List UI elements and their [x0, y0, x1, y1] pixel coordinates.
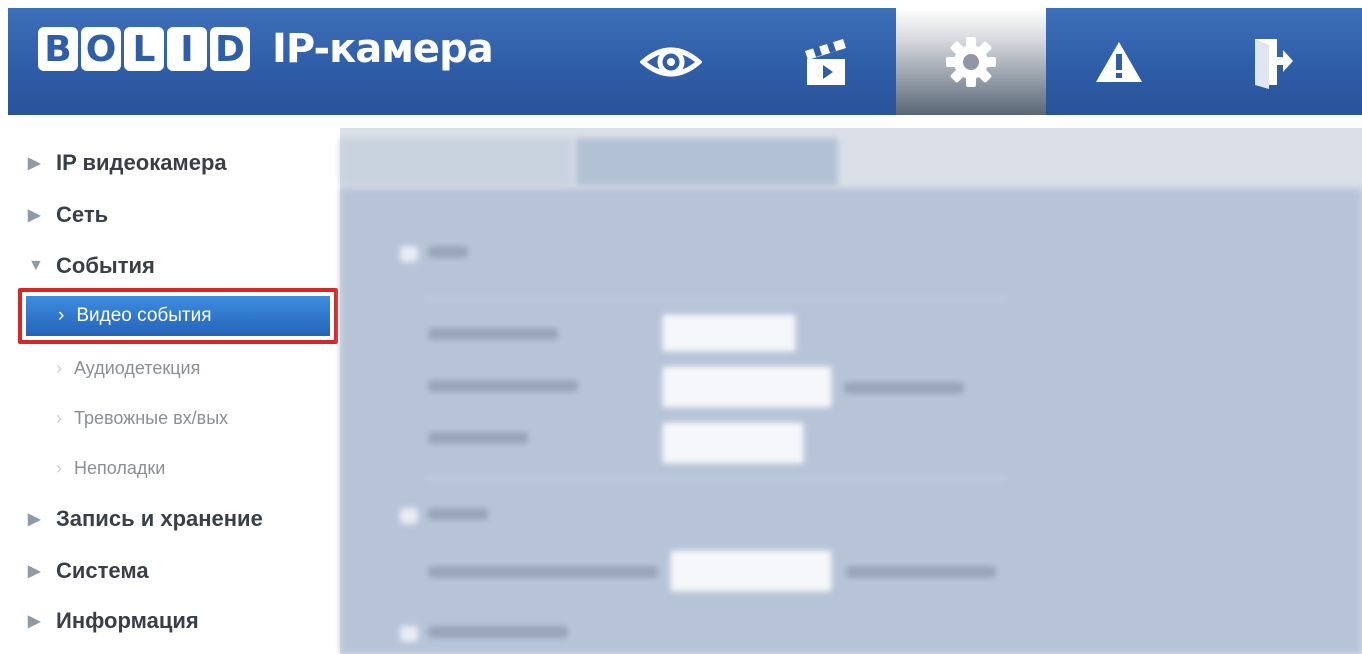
brand: B O L I D IP-камера	[38, 26, 494, 72]
blurred-hint	[844, 382, 964, 394]
expand-arrow-icon: ▶	[28, 207, 41, 224]
active-item-highlight: › Видео события	[18, 288, 338, 344]
checkbox[interactable]	[400, 246, 418, 262]
blurred-label	[428, 508, 488, 520]
app-title: IP-камера	[272, 26, 494, 72]
blurred-label	[428, 246, 468, 258]
sidebar-item-label: События	[56, 253, 155, 278]
sidebar-item-ip-camera[interactable]: ▶ IP видеокамера	[28, 150, 227, 176]
blurred-input[interactable]	[662, 366, 832, 408]
blurred-label	[428, 626, 568, 638]
sidebar-item-label: IP видеокамера	[56, 150, 227, 175]
chevron-right-icon: ›	[56, 458, 62, 478]
tab-bar	[340, 138, 842, 190]
tab-blurred-selected[interactable]	[576, 138, 838, 186]
blurred-input[interactable]	[670, 550, 832, 592]
sidebar: ▶ IP видеокамера ▶ Сеть ▼ События › Виде…	[0, 128, 340, 654]
sidebar-item-label: Информация	[56, 608, 199, 633]
expand-arrow-icon: ▶	[28, 155, 41, 172]
collapse-arrow-icon: ▼	[28, 257, 44, 274]
blurred-label	[428, 380, 578, 392]
expand-arrow-icon: ▶	[28, 613, 41, 630]
sidebar-item-label: Сеть	[56, 202, 109, 227]
divider	[426, 478, 1006, 479]
blurred-button[interactable]	[662, 314, 796, 352]
live-view-button[interactable]	[596, 8, 746, 115]
expand-arrow-icon: ▶	[28, 563, 41, 580]
blurred-label	[428, 432, 528, 444]
logo-letter: O	[81, 27, 121, 71]
sidebar-subitem-label: Тревожные вх/вых	[74, 408, 229, 428]
sidebar-item-recording-storage[interactable]: ▶ Запись и хранение	[28, 506, 263, 532]
logo-letter: L	[124, 27, 164, 71]
sidebar-subitem-video-events[interactable]: › Видео события	[26, 296, 330, 336]
expand-arrow-icon: ▶	[28, 511, 41, 528]
warning-icon	[1096, 41, 1142, 82]
sidebar-item-information[interactable]: ▶ Информация	[28, 608, 199, 634]
sidebar-item-label: Запись и хранение	[56, 506, 263, 531]
tab-blurred[interactable]	[340, 138, 572, 186]
blurred-form-area	[340, 188, 1362, 654]
logo-letter: D	[210, 27, 250, 71]
playback-button[interactable]	[751, 8, 901, 115]
sidebar-item-label: Система	[56, 558, 149, 583]
blurred-select[interactable]	[662, 422, 804, 464]
divider	[426, 298, 1006, 299]
clapperboard-icon	[805, 38, 846, 85]
chevron-right-icon: ›	[58, 305, 65, 326]
sidebar-item-network[interactable]: ▶ Сеть	[28, 202, 108, 228]
gear-icon	[946, 36, 996, 87]
sidebar-subitem-label: Видео события	[76, 305, 212, 326]
blurred-label	[428, 328, 558, 340]
top-header: B O L I D IP-камера	[8, 8, 1362, 115]
sidebar-item-events[interactable]: ▼ События	[28, 253, 155, 279]
checkbox[interactable]	[400, 508, 418, 524]
sidebar-subitem-label: Аудиодетекция	[74, 358, 201, 378]
sidebar-subitem-alarm-io[interactable]: › Тревожные вх/вых	[56, 408, 228, 429]
sidebar-subitem-audio-detection[interactable]: › Аудиодетекция	[56, 358, 200, 379]
settings-content-panel	[340, 128, 1362, 654]
sidebar-subitem-faults[interactable]: › Неполадки	[56, 458, 165, 479]
checkbox[interactable]	[400, 626, 418, 642]
exit-door-icon	[1255, 38, 1293, 89]
chevron-right-icon: ›	[56, 358, 62, 378]
blurred-label	[428, 566, 658, 578]
blurred-hint	[846, 566, 996, 578]
eye-icon	[640, 47, 702, 76]
logout-button[interactable]	[1198, 8, 1348, 115]
settings-button[interactable]	[896, 8, 1046, 115]
bolid-logo: B O L I D	[38, 27, 250, 71]
sidebar-item-system[interactable]: ▶ Система	[28, 558, 149, 584]
logo-letter: I	[167, 27, 207, 71]
logo-letter: B	[38, 27, 78, 71]
chevron-right-icon: ›	[56, 408, 62, 428]
alarm-button[interactable]	[1044, 8, 1194, 115]
sidebar-subitem-label: Неполадки	[74, 458, 166, 478]
